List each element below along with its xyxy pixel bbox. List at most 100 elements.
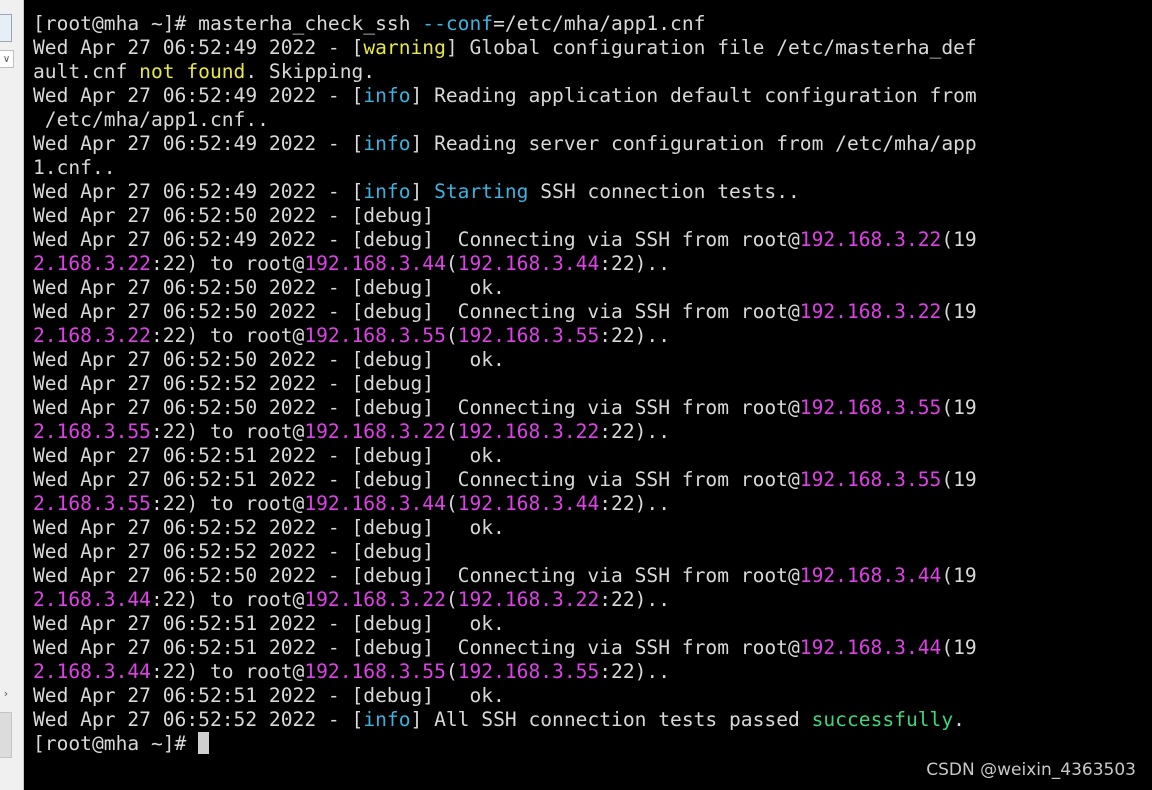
watermark: CSDN @weixin_4363503	[926, 760, 1136, 780]
terminal-line: Wed Apr 27 06:52:52 2022 - [debug]	[33, 540, 977, 564]
terminal-text: 192.168.3.55	[457, 324, 600, 347]
terminal-line: 1.cnf..	[33, 156, 977, 180]
terminal-line: Wed Apr 27 06:52:50 2022 - [debug] ok.	[33, 276, 977, 300]
terminal-text: 2.168.3.44	[33, 660, 151, 683]
terminal-text: 192.168.3.55	[457, 660, 600, 683]
terminal-text: Wed Apr 27 06:52:51 2022 - [debug] ok.	[33, 684, 505, 707]
terminal-line: Wed Apr 27 06:52:49 2022 - [info] Readin…	[33, 84, 977, 108]
terminal-line: Wed Apr 27 06:52:52 2022 - [info] All SS…	[33, 708, 977, 732]
terminal-line: 2.168.3.44:22) to root@192.168.3.22(192.…	[33, 588, 977, 612]
terminal-line: Wed Apr 27 06:52:52 2022 - [debug]	[33, 372, 977, 396]
terminal-text: Wed Apr 27 06:52:50 2022 - [debug] ok.	[33, 276, 505, 299]
terminal-line: Wed Apr 27 06:52:51 2022 - [debug] Conne…	[33, 468, 977, 492]
text-cursor	[198, 732, 210, 754]
terminal-text: info	[363, 708, 411, 731]
terminal-text: 2.168.3.22	[33, 324, 151, 347]
terminal-text: :22) to root@	[150, 492, 305, 515]
terminal-text: 192.168.3.22	[799, 300, 942, 323]
terminal-text: SSH connection tests..	[528, 180, 800, 203]
terminal-text: 2.168.3.22	[33, 252, 151, 275]
terminal-text: 192.168.3.22	[457, 588, 600, 611]
side-panel-tab[interactable]	[0, 14, 12, 42]
terminal-text: ault.cnf	[33, 60, 140, 83]
terminal-text: (19	[941, 396, 977, 419]
terminal-text: (19	[941, 468, 977, 491]
terminal-output: [root@mha ~]# masterha_check_ssh --conf=…	[33, 12, 977, 756]
terminal-text: successfully	[811, 708, 954, 731]
terminal-line: Wed Apr 27 06:52:49 2022 - [info] Readin…	[33, 132, 977, 156]
terminal-text: Wed Apr 27 06:52:50 2022 - [debug] Conne…	[33, 564, 800, 587]
chevron-right-icon[interactable]: ›	[0, 686, 12, 702]
terminal-text: info	[363, 180, 411, 203]
terminal-text: 2.168.3.55	[33, 420, 151, 443]
terminal-text: :22) to root@	[150, 588, 305, 611]
terminal-text: Wed Apr 27 06:52:49 2022 - [	[33, 180, 364, 203]
terminal-text: Wed Apr 27 06:52:50 2022 - [debug] Conne…	[33, 300, 800, 323]
terminal-text: warning	[363, 36, 446, 59]
terminal-line: Wed Apr 27 06:52:49 2022 - [warning] Glo…	[33, 36, 977, 60]
terminal-text: Wed Apr 27 06:52:50 2022 - [debug]	[33, 204, 435, 227]
terminal-text: 192.168.3.22	[457, 420, 600, 443]
terminal-text: not found	[139, 60, 246, 83]
terminal-line: Wed Apr 27 06:52:52 2022 - [debug] ok.	[33, 516, 977, 540]
terminal-text: Wed Apr 27 06:52:49 2022 - [	[33, 132, 364, 155]
terminal-line: Wed Apr 27 06:52:50 2022 - [debug]	[33, 204, 977, 228]
terminal-line: [root@mha ~]# masterha_check_ssh --conf=…	[33, 12, 977, 36]
terminal-line: ault.cnf not found. Skipping.	[33, 60, 977, 84]
terminal-text: 192.168.3.55	[304, 324, 446, 347]
terminal-text: 192.168.3.44	[304, 492, 446, 515]
terminal-text: Wed Apr 27 06:52:49 2022 - [debug] Conne…	[33, 228, 800, 251]
terminal-text: :22) to root@	[150, 420, 305, 443]
terminal-text: :22)..	[599, 324, 671, 347]
side-panel-scrollbar[interactable]	[0, 712, 12, 758]
terminal-text: 192.168.3.22	[799, 228, 942, 251]
terminal-text: :22) to root@	[150, 252, 305, 275]
terminal-line: /etc/mha/app1.cnf..	[33, 108, 977, 132]
shell-prompt: [root@mha ~]#	[33, 732, 199, 755]
terminal-text: Starting	[434, 180, 529, 203]
terminal-line: Wed Apr 27 06:52:50 2022 - [debug] Conne…	[33, 564, 977, 588]
terminal-text: --conf	[422, 12, 494, 35]
terminal-text: (	[445, 492, 458, 515]
terminal-text: . Skipping.	[245, 60, 376, 83]
terminal-text: ] Reading server configuration from /etc…	[410, 132, 977, 155]
side-panel: ∨ ›	[0, 0, 24, 790]
terminal-text: 192.168.3.44	[799, 636, 942, 659]
terminal-text: 192.168.3.44	[799, 564, 942, 587]
terminal-text: info	[363, 132, 411, 155]
terminal-text: (	[445, 588, 458, 611]
terminal-text: info	[363, 84, 411, 107]
terminal-text: (	[445, 252, 458, 275]
terminal-text: ]	[410, 180, 435, 203]
terminal-text: Wed Apr 27 06:52:50 2022 - [debug] Conne…	[33, 396, 800, 419]
terminal-text: Wed Apr 27 06:52:49 2022 - [	[33, 36, 364, 59]
terminal-text: 192.168.3.55	[799, 468, 942, 491]
terminal-text: :22)..	[599, 660, 671, 683]
terminal-text: :22)..	[599, 588, 671, 611]
terminal-line: Wed Apr 27 06:52:50 2022 - [debug] ok.	[33, 348, 977, 372]
terminal-text: Wed Apr 27 06:52:51 2022 - [debug] ok.	[33, 444, 505, 467]
terminal-text: ] All SSH connection tests passed	[410, 708, 812, 731]
terminal-text: 2.168.3.44	[33, 588, 151, 611]
terminal-text: Wed Apr 27 06:52:50 2022 - [debug] ok.	[33, 348, 505, 371]
terminal-line: Wed Apr 27 06:52:50 2022 - [debug] Conne…	[33, 300, 977, 324]
terminal-text: (	[445, 324, 458, 347]
prompt-line[interactable]: [root@mha ~]#	[33, 732, 977, 756]
terminal-text: /etc/mha/app1.cnf..	[33, 108, 269, 131]
chevron-down-icon[interactable]: ∨	[0, 50, 14, 68]
terminal-text: Wed Apr 27 06:52:52 2022 - [	[33, 708, 364, 731]
terminal-text: (19	[941, 636, 977, 659]
terminal-text: :22)..	[599, 420, 671, 443]
terminal-text: Wed Apr 27 06:52:49 2022 - [	[33, 84, 364, 107]
terminal-line: Wed Apr 27 06:52:50 2022 - [debug] Conne…	[33, 396, 977, 420]
terminal-line: 2.168.3.44:22) to root@192.168.3.55(192.…	[33, 660, 977, 684]
terminal-text: ] Global configuration file /etc/masterh…	[445, 36, 977, 59]
terminal-text: Wed Apr 27 06:52:52 2022 - [debug] ok.	[33, 516, 505, 539]
terminal-text: 192.168.3.22	[304, 588, 446, 611]
terminal-line: Wed Apr 27 06:52:51 2022 - [debug] ok.	[33, 444, 977, 468]
terminal-text: .	[953, 708, 965, 731]
terminal-text: Wed Apr 27 06:52:52 2022 - [debug]	[33, 372, 435, 395]
terminal-window[interactable]: [root@mha ~]# masterha_check_ssh --conf=…	[24, 0, 1152, 790]
terminal-line: 2.168.3.22:22) to root@192.168.3.55(192.…	[33, 324, 977, 348]
terminal-text: :22)..	[599, 492, 671, 515]
